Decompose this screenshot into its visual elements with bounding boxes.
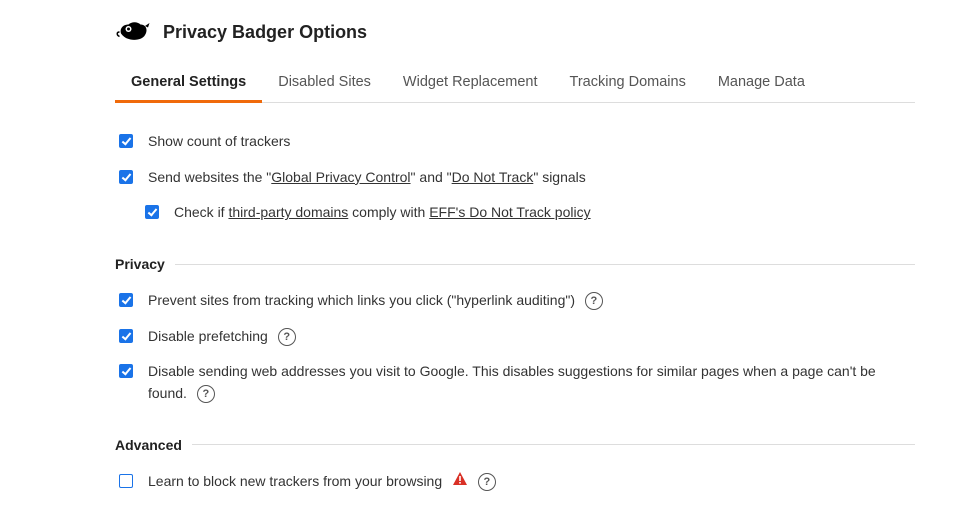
link-third-party-domains[interactable]: third-party domains [228,204,348,220]
tab-disabled-sites[interactable]: Disabled Sites [262,64,387,102]
tab-widget-replacement[interactable]: Widget Replacement [387,64,554,102]
checkbox-show-count[interactable] [119,134,133,148]
page-header: Privacy Badger Options [115,18,915,46]
label-prevent-hyperlink-auditing: Prevent sites from tracking which links … [148,290,915,312]
link-global-privacy-control[interactable]: Global Privacy Control [271,169,410,185]
checkbox-disable-prefetching[interactable] [119,329,133,343]
checkbox-disable-google-suggestions[interactable] [119,364,133,378]
link-do-not-track[interactable]: Do Not Track [452,169,534,185]
section-title-privacy: Privacy [115,256,165,272]
label-check-compliance: Check if third-party domains comply with… [174,202,915,224]
tab-bar: General Settings Disabled Sites Widget R… [115,64,915,103]
tab-general-settings[interactable]: General Settings [115,64,262,102]
checkbox-send-signals[interactable] [119,170,133,184]
section-title-advanced: Advanced [115,437,182,453]
warning-icon[interactable] [452,471,468,494]
help-icon[interactable]: ? [585,292,603,310]
tab-tracking-domains[interactable]: Tracking Domains [554,64,702,102]
label-disable-prefetching: Disable prefetching ? [148,326,915,348]
option-show-count: Show count of trackers [115,131,915,153]
badger-logo-icon [115,18,151,46]
page-title: Privacy Badger Options [163,22,367,43]
checkbox-prevent-hyperlink-auditing[interactable] [119,293,133,307]
label-send-signals: Send websites the "Global Privacy Contro… [148,167,915,189]
link-eff-dnt-policy[interactable]: EFF's Do Not Track policy [429,204,590,220]
label-disable-google-suggestions: Disable sending web addresses you visit … [148,361,915,404]
option-disable-google-suggestions: Disable sending web addresses you visit … [115,361,915,404]
help-icon[interactable]: ? [478,473,496,491]
divider [175,264,915,265]
checkbox-check-compliance[interactable] [145,205,159,219]
section-header-advanced: Advanced [115,437,915,453]
option-send-signals: Send websites the "Global Privacy Contro… [115,167,915,189]
help-icon[interactable]: ? [197,385,215,403]
section-header-privacy: Privacy [115,256,915,272]
option-check-compliance: Check if third-party domains comply with… [141,202,915,224]
help-icon[interactable]: ? [278,328,296,346]
option-prevent-hyperlink-auditing: Prevent sites from tracking which links … [115,290,915,312]
option-learn-block-trackers: Learn to block new trackers from your br… [115,471,915,494]
checkbox-learn-block-trackers[interactable] [119,474,133,488]
option-disable-prefetching: Disable prefetching ? [115,326,915,348]
label-learn-block-trackers: Learn to block new trackers from your br… [148,471,915,494]
divider [192,444,915,445]
tab-manage-data[interactable]: Manage Data [702,64,821,102]
label-show-count: Show count of trackers [148,131,915,153]
